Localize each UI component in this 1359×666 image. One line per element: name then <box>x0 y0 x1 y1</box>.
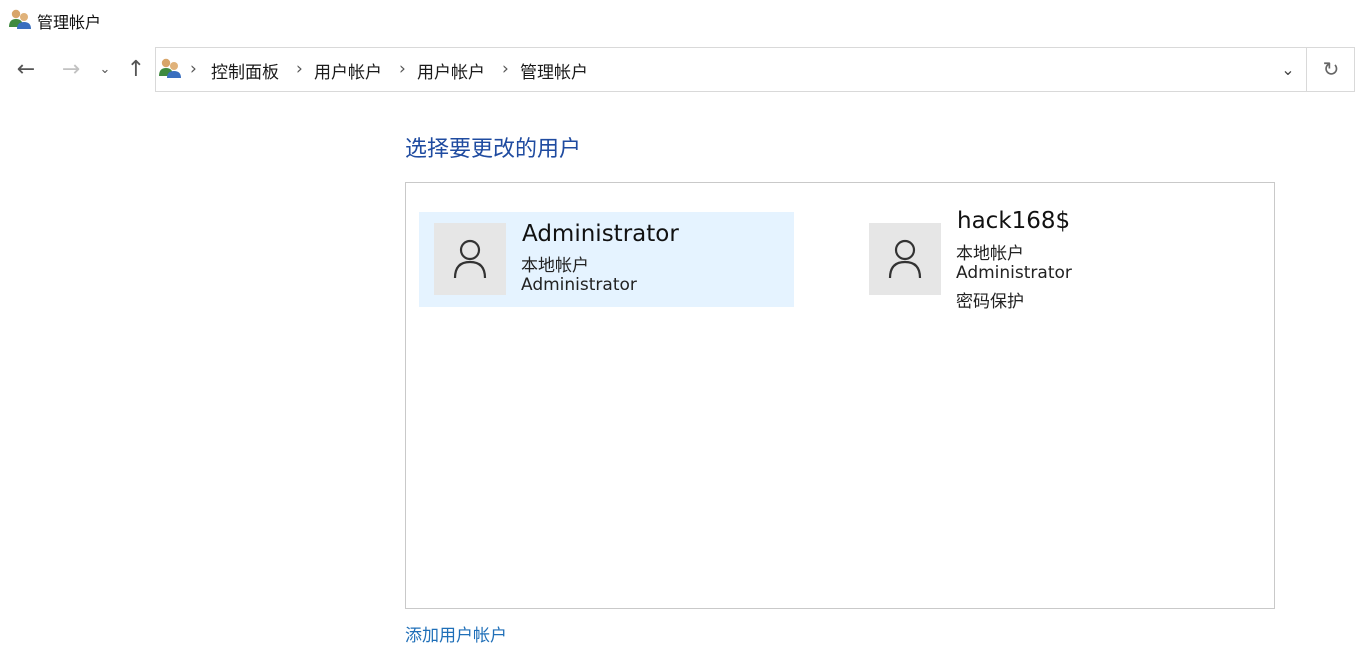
users-group-icon <box>8 8 32 30</box>
breadcrumb-separator-icon[interactable]: › <box>399 59 406 79</box>
back-button[interactable]: ← <box>11 55 41 85</box>
user-group: Administrator <box>956 263 1072 283</box>
user-account-type: 本地帐户 <box>956 244 1024 264</box>
title-bar: 管理帐户 <box>0 0 1359 38</box>
user-silhouette-icon <box>453 239 487 279</box>
user-avatar <box>869 223 941 295</box>
breadcrumb-separator-icon[interactable]: › <box>296 59 303 79</box>
up-button[interactable]: ↑ <box>121 55 151 85</box>
user-name: Administrator <box>522 221 679 247</box>
breadcrumb-separator-icon[interactable]: › <box>502 59 509 79</box>
users-group-icon <box>158 56 182 80</box>
user-avatar <box>434 223 506 295</box>
user-password-status: 密码保护 <box>956 292 1024 312</box>
address-bar[interactable]: › 控制面板 › 用户帐户 › 用户帐户 › 管理帐户 ⌄ ↻ <box>155 47 1355 92</box>
user-tile-administrator[interactable]: Administrator 本地帐户 Administrator <box>419 212 794 307</box>
forward-button[interactable]: → <box>56 55 86 85</box>
address-history-dropdown-icon[interactable]: ⌄ <box>1270 48 1306 91</box>
refresh-icon[interactable]: ↻ <box>1307 48 1355 91</box>
user-account-type: 本地帐户 <box>521 256 589 276</box>
recent-locations-chevron-icon[interactable]: ⌄ <box>92 55 118 85</box>
breadcrumb-user-accounts-2[interactable]: 用户帐户 <box>417 58 485 83</box>
breadcrumb-separator-icon[interactable]: › <box>190 59 197 79</box>
breadcrumb-control-panel[interactable]: 控制面板 <box>211 58 279 83</box>
user-name: hack168$ <box>957 208 1071 234</box>
add-user-account-link[interactable]: 添加用户帐户 <box>405 621 507 646</box>
user-group: Administrator <box>521 275 637 295</box>
user-silhouette-icon <box>888 239 922 279</box>
breadcrumb-user-accounts[interactable]: 用户帐户 <box>314 58 382 83</box>
breadcrumb-manage-accounts[interactable]: 管理帐户 <box>520 58 588 83</box>
page-title: 选择要更改的用户 <box>405 137 582 162</box>
user-tile-hack168[interactable]: hack168$ 本地帐户 Administrator 密码保护 <box>854 208 1229 312</box>
user-list-panel: Administrator 本地帐户 Administrator hack168… <box>405 182 1275 609</box>
window-title: 管理帐户 <box>37 13 102 32</box>
